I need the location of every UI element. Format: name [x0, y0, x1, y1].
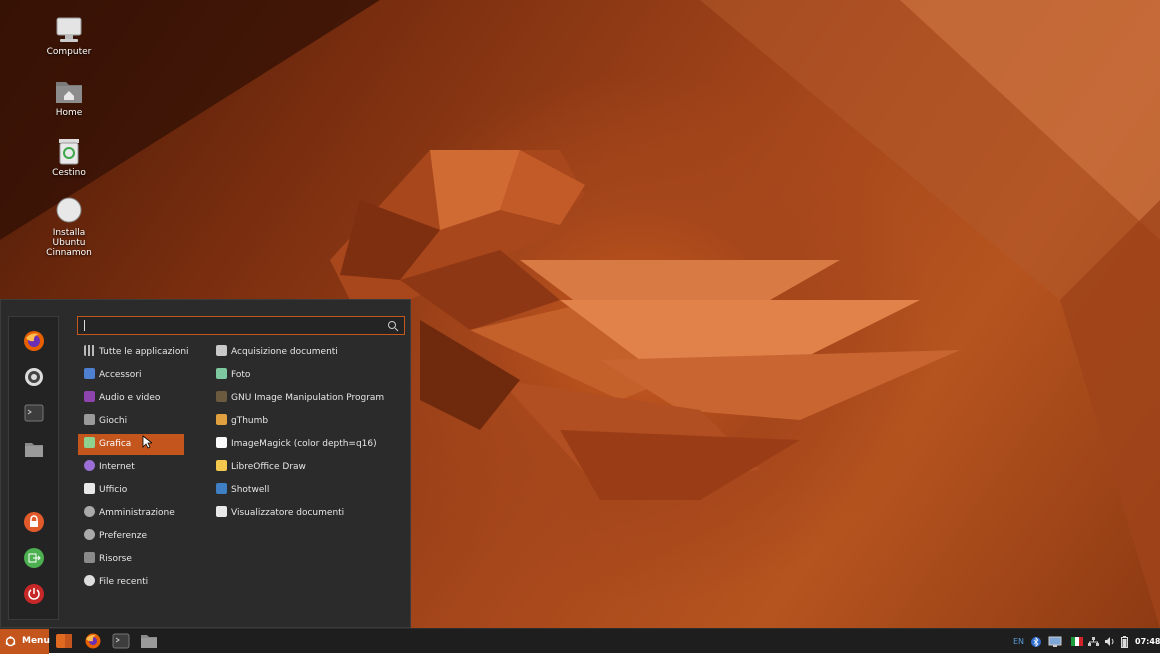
- desktop-background: Computer Home Cestino Installa Ubuntu Ci…: [0, 0, 1160, 628]
- category-internet[interactable]: Internet: [78, 457, 184, 478]
- gthumb-icon: [216, 414, 227, 425]
- trash-icon: [54, 137, 84, 165]
- multimedia-icon: [84, 391, 95, 402]
- gimp-icon: [216, 391, 227, 402]
- desktop-icon-computer[interactable]: Computer: [24, 16, 114, 57]
- bluetooth-icon[interactable]: [1031, 629, 1041, 654]
- clock[interactable]: 07:48: [1135, 629, 1160, 654]
- imagemagick-icon: [216, 437, 227, 448]
- firefox-icon[interactable]: [84, 633, 102, 649]
- category-games[interactable]: Giochi: [78, 411, 184, 432]
- favorites-sidebar: [8, 316, 59, 620]
- folder-icon[interactable]: [23, 438, 45, 460]
- app-document-scanner[interactable]: Acquisizione documenti: [214, 342, 404, 363]
- category-graphics[interactable]: Grafica: [78, 434, 184, 455]
- desktop-icon-label: Cestino: [52, 168, 86, 178]
- category-recent-files[interactable]: File recenti: [78, 572, 184, 593]
- installer-icon: [54, 197, 84, 225]
- category-label: Internet: [99, 462, 135, 472]
- logout-icon[interactable]: [23, 547, 45, 569]
- category-label: Accessori: [99, 370, 142, 380]
- app-label: Visualizzatore documenti: [231, 508, 345, 518]
- office-icon: [84, 483, 95, 494]
- grid-icon: [84, 345, 95, 356]
- search-icon: [387, 320, 399, 332]
- text-caret: [84, 320, 85, 331]
- computer-icon: [54, 16, 84, 44]
- desktop-icon-label: Home: [55, 108, 83, 118]
- mouse-pointer-icon: [142, 435, 152, 449]
- category-places[interactable]: Risorse: [78, 549, 184, 570]
- terminal-icon[interactable]: [23, 402, 45, 424]
- category-label: Grafica: [99, 439, 132, 449]
- app-label: Shotwell: [231, 485, 270, 495]
- recent-icon: [84, 575, 95, 586]
- app-shotwell[interactable]: Shotwell: [214, 480, 404, 501]
- app-label: Foto: [231, 370, 251, 380]
- application-menu: Tutte le applicazioni Accessori Audio e …: [0, 299, 411, 628]
- app-imagemagick[interactable]: ImageMagick (color depth=q16): [214, 434, 404, 455]
- app-libreoffice-draw[interactable]: LibreOffice Draw: [214, 457, 404, 478]
- search-input[interactable]: [77, 316, 405, 335]
- lock-icon[interactable]: [23, 511, 45, 533]
- desktop-icon-home[interactable]: Home: [24, 77, 114, 118]
- app-label: ImageMagick (color depth=q16): [231, 439, 377, 449]
- category-label: Giochi: [99, 416, 128, 426]
- firefox-icon[interactable]: [23, 330, 45, 352]
- category-label: Risorse: [99, 554, 132, 564]
- keyboard-layout-indicator[interactable]: EN: [1013, 629, 1024, 654]
- document-viewer-icon: [216, 506, 227, 517]
- battery-icon[interactable]: [1121, 629, 1128, 654]
- category-label: Tutte le applicazioni: [99, 347, 189, 357]
- category-preferences[interactable]: Preferenze: [78, 526, 184, 547]
- games-icon: [84, 414, 95, 425]
- category-administration[interactable]: Amministrazione: [78, 503, 184, 524]
- home-folder-icon: [54, 77, 84, 105]
- graphics-icon: [84, 437, 95, 448]
- terminal-icon[interactable]: [112, 633, 130, 649]
- administration-icon: [84, 506, 95, 517]
- app-photos[interactable]: Foto: [214, 365, 404, 386]
- desktop-icon-installer[interactable]: Installa Ubuntu Cinnamon: [24, 197, 114, 258]
- settings-icon[interactable]: [23, 366, 45, 388]
- network-wired-icon[interactable]: [1088, 629, 1099, 654]
- network-manager-icon[interactable]: [1048, 629, 1062, 654]
- volume-icon[interactable]: [1104, 629, 1115, 654]
- category-label: File recenti: [99, 577, 149, 587]
- category-label: Preferenze: [99, 531, 148, 541]
- libreoffice-draw-icon: [216, 460, 227, 471]
- internet-icon: [84, 460, 95, 471]
- language-flag-icon[interactable]: [1071, 629, 1083, 654]
- ubuntu-logo-icon: [5, 636, 16, 647]
- taskbar: Menu EN 07:48: [0, 628, 1160, 654]
- category-audio-video[interactable]: Audio e video: [78, 388, 184, 409]
- category-label: Audio e video: [99, 393, 161, 403]
- app-document-viewer[interactable]: Visualizzatore documenti: [214, 503, 404, 524]
- category-all-applications[interactable]: Tutte le applicazioni: [78, 342, 189, 363]
- category-label: Amministrazione: [99, 508, 175, 518]
- category-label: Ufficio: [99, 485, 128, 495]
- power-icon[interactable]: [23, 583, 45, 605]
- preferences-icon: [84, 529, 95, 540]
- menu-button-label: Menu: [22, 636, 50, 646]
- photos-icon: [216, 368, 227, 379]
- app-gimp[interactable]: GNU Image Manipulation Program: [214, 388, 404, 409]
- category-accessories[interactable]: Accessori: [78, 365, 184, 386]
- folder-icon[interactable]: [140, 633, 158, 649]
- desktop-icon-trash[interactable]: Cestino: [24, 137, 114, 178]
- app-label: LibreOffice Draw: [231, 462, 306, 472]
- desktop-icon-label: Computer: [46, 47, 92, 57]
- accessories-icon: [84, 368, 95, 379]
- app-label: Acquisizione documenti: [231, 347, 338, 357]
- category-office[interactable]: Ufficio: [78, 480, 184, 501]
- app-gthumb[interactable]: gThumb: [214, 411, 404, 432]
- menu-button[interactable]: Menu: [0, 629, 50, 654]
- show-desktop-icon[interactable]: [55, 633, 73, 649]
- scanner-icon: [216, 345, 227, 356]
- app-label: GNU Image Manipulation Program: [231, 393, 385, 403]
- desktop-icon-label: Installa Ubuntu Cinnamon: [46, 228, 92, 258]
- shotwell-icon: [216, 483, 227, 494]
- app-label: gThumb: [231, 416, 269, 426]
- places-icon: [84, 552, 95, 563]
